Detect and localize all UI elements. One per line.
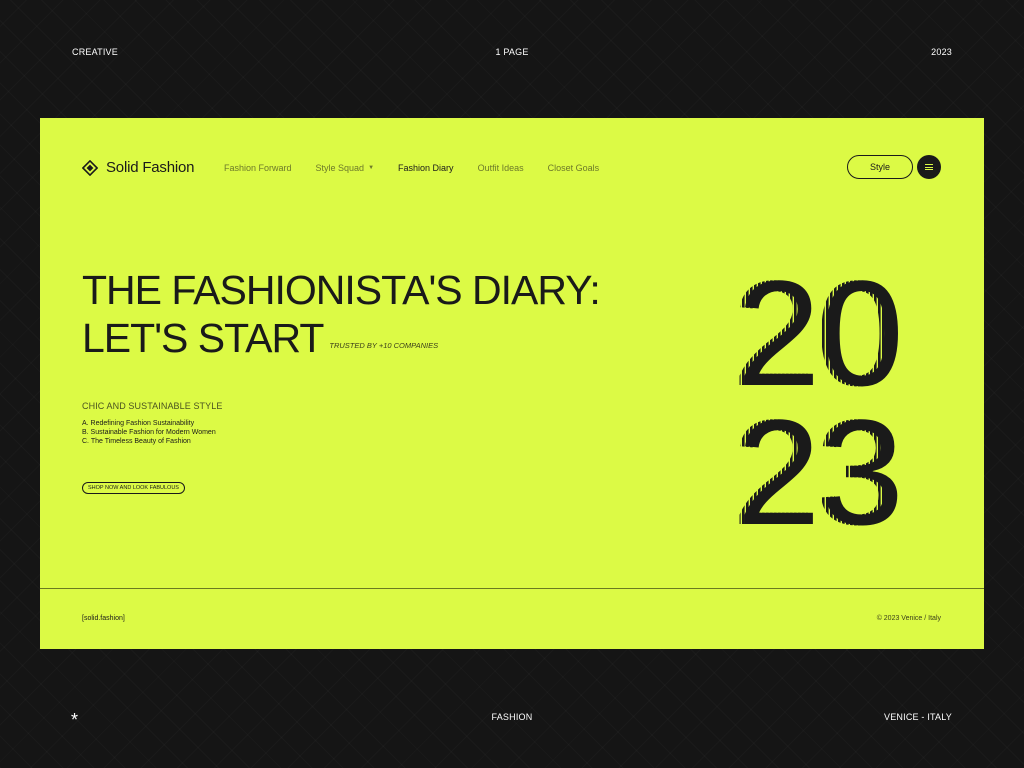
section-subtitle: CHIC AND SUSTAINABLE STYLE (82, 401, 223, 411)
footer-handle[interactable]: [solid.fashion] (82, 615, 125, 622)
nav-item-style-squad[interactable]: Style Squad ▼ (316, 163, 375, 173)
brand-name: Solid Fashion (106, 159, 195, 176)
brand-logo[interactable]: Solid Fashion (82, 159, 194, 176)
nav-item-label: Closet Goals (547, 163, 600, 173)
headline-line-1: THE FASHIONISTA'S DIARY: (82, 267, 601, 313)
frame-label-fashion: FASHION (491, 712, 533, 722)
frame-label-year: 2023 (931, 47, 952, 57)
footer-copyright: © 2023 Venice / Italy (876, 615, 941, 622)
nav-item-outfit-ideas[interactable]: Outfit Ideas (478, 163, 524, 173)
shop-now-button[interactable]: SHOP NOW AND LOOK FABULOUS (82, 482, 185, 494)
main-nav: Fashion Forward Style Squad ▼ Fashion Di… (224, 163, 599, 173)
chevron-down-icon: ▼ (368, 165, 375, 171)
list-item: B. Sustainable Fashion for Modern Women (82, 429, 216, 436)
nav-item-label: Outfit Ideas (477, 163, 524, 173)
list-item: C. The Timeless Beauty of Fashion (82, 438, 191, 445)
list-item: A. Redefining Fashion Sustainability (82, 420, 195, 427)
frame-label-page: 1 PAGE (495, 47, 529, 57)
year-display: 20 20 23 23 (734, 268, 944, 528)
year-bottom-text: 23 (737, 388, 904, 528)
headline-line-2: LET'S START TRUSTED BY +10 COMPANIES (82, 314, 600, 370)
nav-item-label: Style Squad (315, 163, 365, 173)
feature-list: A. Redefining Fashion Sustainability B. … (82, 419, 216, 446)
nav-item-fashion-diary[interactable]: Fashion Diary (398, 163, 454, 173)
menu-button[interactable] (917, 155, 941, 179)
trusted-by-text: TRUSTED BY +10 COMPANIES (329, 341, 439, 350)
nav-item-fashion-forward[interactable]: Fashion Forward (224, 163, 292, 173)
style-button[interactable]: Style (847, 155, 913, 179)
hero-card: Solid Fashion Fashion Forward Style Squa… (40, 118, 984, 649)
headline-line-2-text: LET'S START (82, 315, 324, 361)
nav-item-label: Fashion Forward (224, 163, 292, 173)
nav-item-closet-goals[interactable]: Closet Goals (548, 163, 600, 173)
diamond-logo-icon (82, 159, 98, 176)
footer-divider (40, 588, 984, 589)
frame-label-location: VENICE - ITALY (884, 712, 952, 722)
nav-item-label: Fashion Diary (398, 163, 454, 173)
hamburger-menu-icon (925, 164, 933, 170)
hero-headline: THE FASHIONISTA'S DIARY: LET'S START TRUS… (82, 266, 601, 370)
